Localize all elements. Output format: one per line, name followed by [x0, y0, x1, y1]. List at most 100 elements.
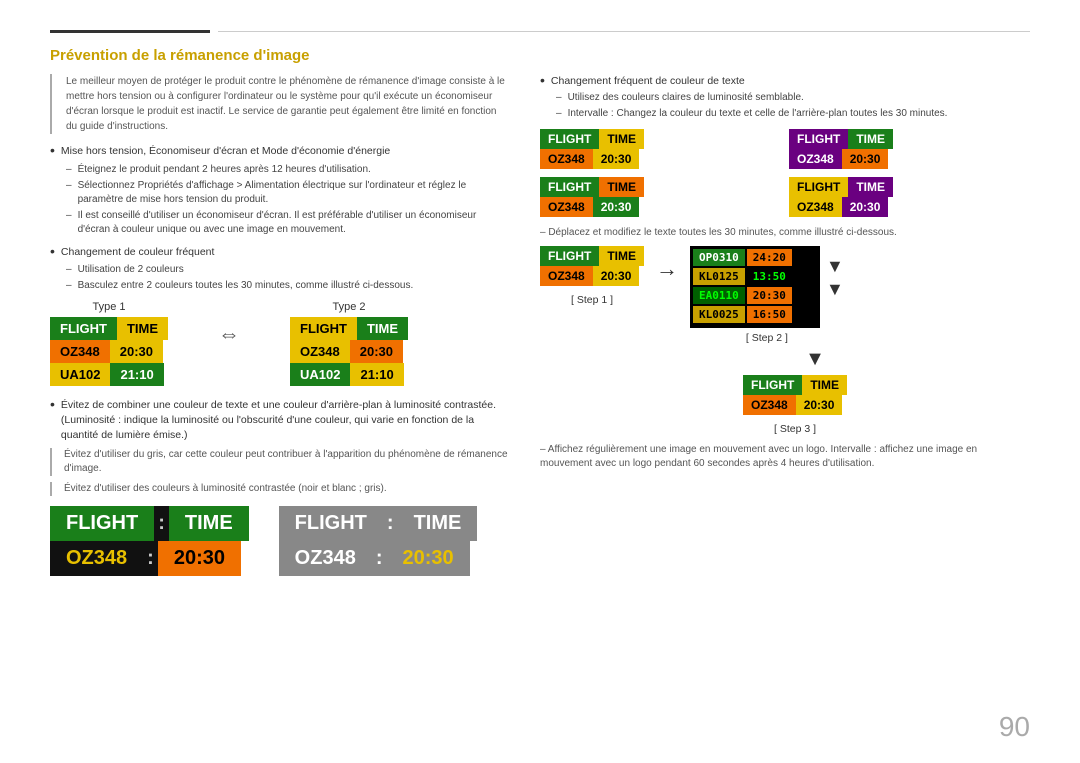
gd3-r1c1: FLIGHT	[540, 177, 599, 197]
bottom-gray-time-val: 20:30	[387, 541, 470, 576]
grid-display-2: FLIGHT TIME OZ348 20:30	[789, 129, 1030, 169]
bottom-gray-row2: OZ348 : 20:30	[279, 541, 478, 576]
bottom-gray-colon2: :	[372, 541, 387, 576]
gd1-r1c2: TIME	[599, 129, 644, 149]
steps-row: FLIGHT TIME OZ348 20:30 [ Step 1 ] →	[540, 246, 1030, 344]
type2-row1: FLIGHT TIME	[290, 317, 408, 340]
steps-note: – Déplacez et modifiez le texte toutes l…	[540, 227, 1030, 238]
step3-display: FLIGHT TIME OZ348 20:30	[743, 375, 847, 415]
step-arrow-right: →	[656, 246, 678, 282]
step2-with-arrows: OP0310 24:20 KL0125 13:50 EA0110 20:30	[690, 246, 844, 328]
bottom-dark-colon2: :	[143, 541, 158, 576]
type2-2030: 20:30	[350, 340, 403, 363]
sub-bullet-1-1: – Éteignez le produit pendant 2 heures a…	[50, 163, 510, 177]
gd2-r2c2: 20:30	[842, 149, 889, 169]
step1-block: FLIGHT TIME OZ348 20:30 [ Step 1 ]	[540, 246, 644, 306]
type2-ua102: UA102	[290, 363, 350, 386]
type1-display: FLIGHT TIME OZ348 20:30 UA102 21:10	[50, 317, 168, 386]
bullet-dot-2: •	[50, 244, 55, 258]
bottom-gray-flight: FLIGHT	[279, 506, 383, 541]
type2-label: Type 2	[332, 301, 365, 313]
scroll-2030: 20:30	[747, 287, 792, 304]
top-rules	[50, 30, 1030, 33]
step1-oz: OZ348	[540, 266, 593, 286]
double-down-arrows: ▼ ▼	[826, 246, 844, 300]
avoid-text: • Évitez de combiner une couleur de text…	[50, 398, 510, 442]
type1-ua102: UA102	[50, 363, 110, 386]
sub-bullet-1-3: – Il est conseillé d'utiliser un économi…	[50, 209, 510, 237]
step3-oz: OZ348	[743, 395, 796, 415]
type1-block: Type 1 FLIGHT TIME OZ348 20:30 UA102 21:	[50, 301, 168, 386]
type1-2110: 21:10	[110, 363, 163, 386]
type2-row3: UA102 21:10	[290, 363, 408, 386]
step2-scroll: OP0310 24:20 KL0125 13:50 EA0110 20:30	[690, 246, 820, 328]
exchange-arrow: ⇔	[218, 301, 240, 347]
scroll-2420: 24:20	[747, 249, 792, 266]
right-bullet-1: • Changement fréquent de couleur de text…	[540, 74, 1030, 89]
gd3-r2c1: OZ348	[540, 197, 593, 217]
right-column: • Changement fréquent de couleur de text…	[540, 74, 1030, 576]
bottom-gray-oz: OZ348	[279, 541, 372, 576]
step3-label: [ Step 3 ]	[774, 423, 816, 435]
gd1-r2c1: OZ348	[540, 149, 593, 169]
bullet-text-1: Mise hors tension, Économiseur d'écran e…	[61, 144, 510, 159]
bullet-item-2: • Changement de couleur fréquent	[50, 245, 510, 260]
final-note: – Affichez régulièrement une image en mo…	[540, 443, 1030, 471]
step3-flight: FLIGHT	[743, 375, 802, 395]
right-sub-1: – Utilisez des couleurs claires de lumin…	[540, 91, 1030, 105]
gd4-r2c1: OZ348	[789, 197, 842, 217]
scroll-row-2: KL0125 13:50	[693, 268, 817, 285]
type2-row2: OZ348 20:30	[290, 340, 408, 363]
bullet-section-1: • Mise hors tension, Économiseur d'écran…	[50, 144, 510, 237]
scroll-op0310: OP0310	[693, 249, 745, 266]
left-column: Le meilleur moyen de protéger le produit…	[50, 74, 510, 576]
scroll-row-4: KL0025 16:50	[693, 306, 817, 323]
bottom-dark-row2: OZ348 : 20:30	[50, 541, 249, 576]
gd1-r2c2: 20:30	[593, 149, 640, 169]
step1-display: FLIGHT TIME OZ348 20:30	[540, 246, 644, 286]
step1-val: 20:30	[593, 266, 640, 286]
bottom-gray-row1: FLIGHT : TIME	[279, 506, 478, 541]
bottom-dark-time: TIME	[169, 506, 249, 541]
type1-2030: 20:30	[110, 340, 163, 363]
bottom-dark-display: FLIGHT : TIME OZ348 : 20:30	[50, 506, 249, 576]
type2-display: FLIGHT TIME OZ348 20:30 UA102 21:10	[290, 317, 408, 386]
grid-display-4: FLIGHT TIME OZ348 20:30	[789, 177, 1030, 217]
right-sub-2: – Intervalle : Changez la couleur du tex…	[540, 107, 1030, 121]
grid-display-3: FLIGHT TIME OZ348 20:30	[540, 177, 781, 217]
type1-label: Type 1	[92, 301, 125, 313]
section-title: Prévention de la rémanence d'image	[50, 47, 1030, 64]
gd4-r1c2: TIME	[848, 177, 893, 197]
type2-time-label: TIME	[357, 317, 408, 340]
step3-time: TIME	[802, 375, 847, 395]
gd2-r2c1: OZ348	[789, 149, 842, 169]
step3-val: 20:30	[796, 395, 843, 415]
gd4-r2c2: 20:30	[842, 197, 889, 217]
sub-bullet-2-1: – Utilisation de 2 couleurs	[50, 263, 510, 277]
sub-bullet-2-2: – Basculez entre 2 couleurs toutes les 3…	[50, 279, 510, 293]
intro-text: Le meilleur moyen de protéger le produit…	[50, 74, 510, 134]
step1-flight: FLIGHT	[540, 246, 599, 266]
bullet-item-1: • Mise hors tension, Économiseur d'écran…	[50, 144, 510, 159]
gd3-r1c2: TIME	[599, 177, 644, 197]
sub-bullet-1-2: – Sélectionnez Propriétés d'affichage > …	[50, 179, 510, 207]
grid-display-1: FLIGHT TIME OZ348 20:30	[540, 129, 781, 169]
type2-oz348: OZ348	[290, 340, 350, 363]
scroll-1650: 16:50	[747, 306, 792, 323]
bullet-text-2: Changement de couleur fréquent	[61, 245, 510, 260]
scroll-1350: 13:50	[747, 268, 792, 285]
gd3-r2c2: 20:30	[593, 197, 640, 217]
scroll-kl0125: KL0125	[693, 268, 745, 285]
note2: Évitez d'utiliser des couleurs à luminos…	[50, 482, 510, 496]
rule-dark	[50, 30, 210, 33]
type2-2110: 21:10	[350, 363, 403, 386]
type1-flight: FLIGHT	[50, 317, 117, 340]
type1-time-label: TIME	[117, 317, 168, 340]
type2-block: Type 2 FLIGHT TIME OZ348 20:30 UA102 21:	[290, 301, 408, 386]
rule-light	[218, 31, 1030, 32]
note1: Évitez d'utiliser du gris, car cette cou…	[50, 448, 510, 476]
bottom-gray-display: FLIGHT : TIME OZ348 : 20:30	[279, 506, 478, 576]
types-row: Type 1 FLIGHT TIME OZ348 20:30 UA102 21:	[50, 301, 510, 386]
bottom-dark-row1: FLIGHT : TIME	[50, 506, 249, 541]
bottom-gray-colon1: :	[383, 506, 398, 541]
